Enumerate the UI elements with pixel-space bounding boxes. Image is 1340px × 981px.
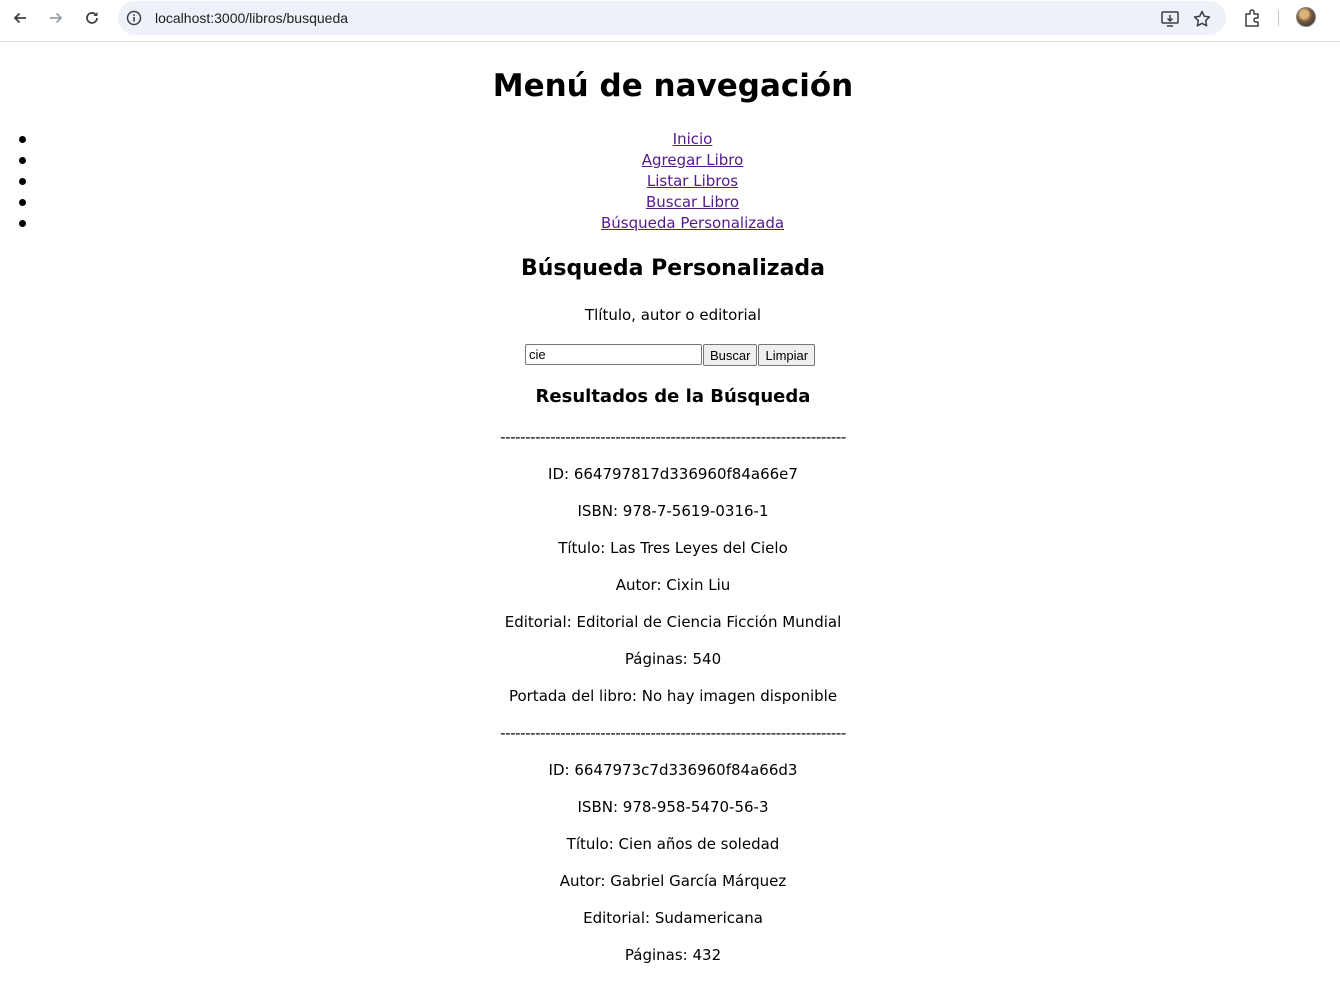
nav-link-busqueda-personalizada[interactable]: Búsqueda Personalizada	[601, 214, 784, 232]
result-autor: Autor: Cixin Liu	[615, 576, 731, 594]
bullet-icon	[19, 136, 26, 143]
result-id: ID: 6647973c7d336960f84a66d3	[548, 761, 798, 779]
result-autor: Autor: Gabriel García Márquez	[559, 872, 787, 890]
bullet-icon	[19, 220, 26, 227]
site-info-icon[interactable]	[126, 10, 142, 26]
bullet-icon	[19, 157, 26, 164]
result-item: ID: 664797817d336960f84a66e7 ISBN: 978-7…	[0, 463, 1340, 707]
nav-link-buscar-libro[interactable]: Buscar Libro	[646, 193, 739, 211]
results-title: Resultados de la Búsqueda	[535, 386, 811, 407]
bullet-icon	[19, 199, 26, 206]
browser-toolbar: localhost:3000/libros/busqueda	[0, 0, 1340, 42]
result-separator: ----------------------------------------…	[500, 428, 846, 446]
url-text: localhost:3000/libros/busqueda	[155, 10, 349, 26]
result-paginas: Páginas: 540	[624, 650, 722, 668]
nav-link-inicio[interactable]: Inicio	[673, 130, 713, 148]
page-content: Menú de navegación Inicio Agregar Libro …	[0, 42, 1340, 978]
result-titulo: Título: Las Tres Leyes del Cielo	[558, 539, 788, 557]
buscar-button[interactable]: Buscar	[703, 344, 758, 366]
result-titulo: Título: Cien años de soledad	[566, 835, 780, 853]
results-list: ----------------------------------------…	[0, 426, 1340, 981]
nav-item-buscar-libro: Buscar Libro	[0, 191, 1340, 212]
nav-item-inicio: Inicio	[0, 128, 1340, 149]
extensions-icon[interactable]	[1241, 7, 1263, 29]
nav-menu: Inicio Agregar Libro Listar Libros Busca…	[0, 128, 1340, 233]
address-bar[interactable]: localhost:3000/libros/busqueda	[118, 1, 1226, 35]
forward-icon[interactable]	[42, 6, 70, 30]
nav-item-listar-libros: Listar Libros	[0, 170, 1340, 191]
nav-item-busqueda-personalizada: Búsqueda Personalizada	[0, 212, 1340, 233]
profile-avatar[interactable]	[1296, 7, 1316, 27]
nav-link-listar-libros[interactable]: Listar Libros	[647, 172, 738, 190]
bullet-icon	[19, 178, 26, 185]
install-app-icon[interactable]	[1160, 9, 1180, 29]
result-portada: Portada del libro: No hay imagen disponi…	[508, 687, 838, 705]
bookmark-star-icon[interactable]	[1192, 9, 1212, 29]
search-form: Buscar Limpiar	[525, 344, 816, 366]
result-editorial: Editorial: Sudamericana	[583, 909, 763, 927]
nav-link-agregar-libro[interactable]: Agregar Libro	[642, 151, 744, 169]
result-isbn: ISBN: 978-7-5619-0316-1	[577, 502, 769, 520]
section-title: Búsqueda Personalizada	[520, 256, 826, 281]
search-input[interactable]	[525, 344, 702, 365]
limpiar-button[interactable]: Limpiar	[758, 344, 816, 366]
nav-item-agregar-libro: Agregar Libro	[0, 149, 1340, 170]
result-isbn: ISBN: 978-958-5470-56-3	[577, 798, 769, 816]
result-editorial: Editorial: Editorial de Ciencia Ficción …	[504, 613, 842, 631]
result-id: ID: 664797817d336960f84a66e7	[548, 465, 798, 483]
search-hint-label: Tlítulo, autor o editorial	[584, 306, 762, 324]
page-title: Menú de navegación	[492, 68, 854, 104]
result-paginas: Páginas: 432	[624, 946, 722, 964]
result-separator: ----------------------------------------…	[500, 724, 846, 742]
back-icon[interactable]	[6, 6, 34, 30]
toolbar-divider	[1278, 10, 1279, 26]
result-item: ID: 6647973c7d336960f84a66d3 ISBN: 978-9…	[0, 759, 1340, 966]
reload-icon[interactable]	[78, 6, 106, 30]
